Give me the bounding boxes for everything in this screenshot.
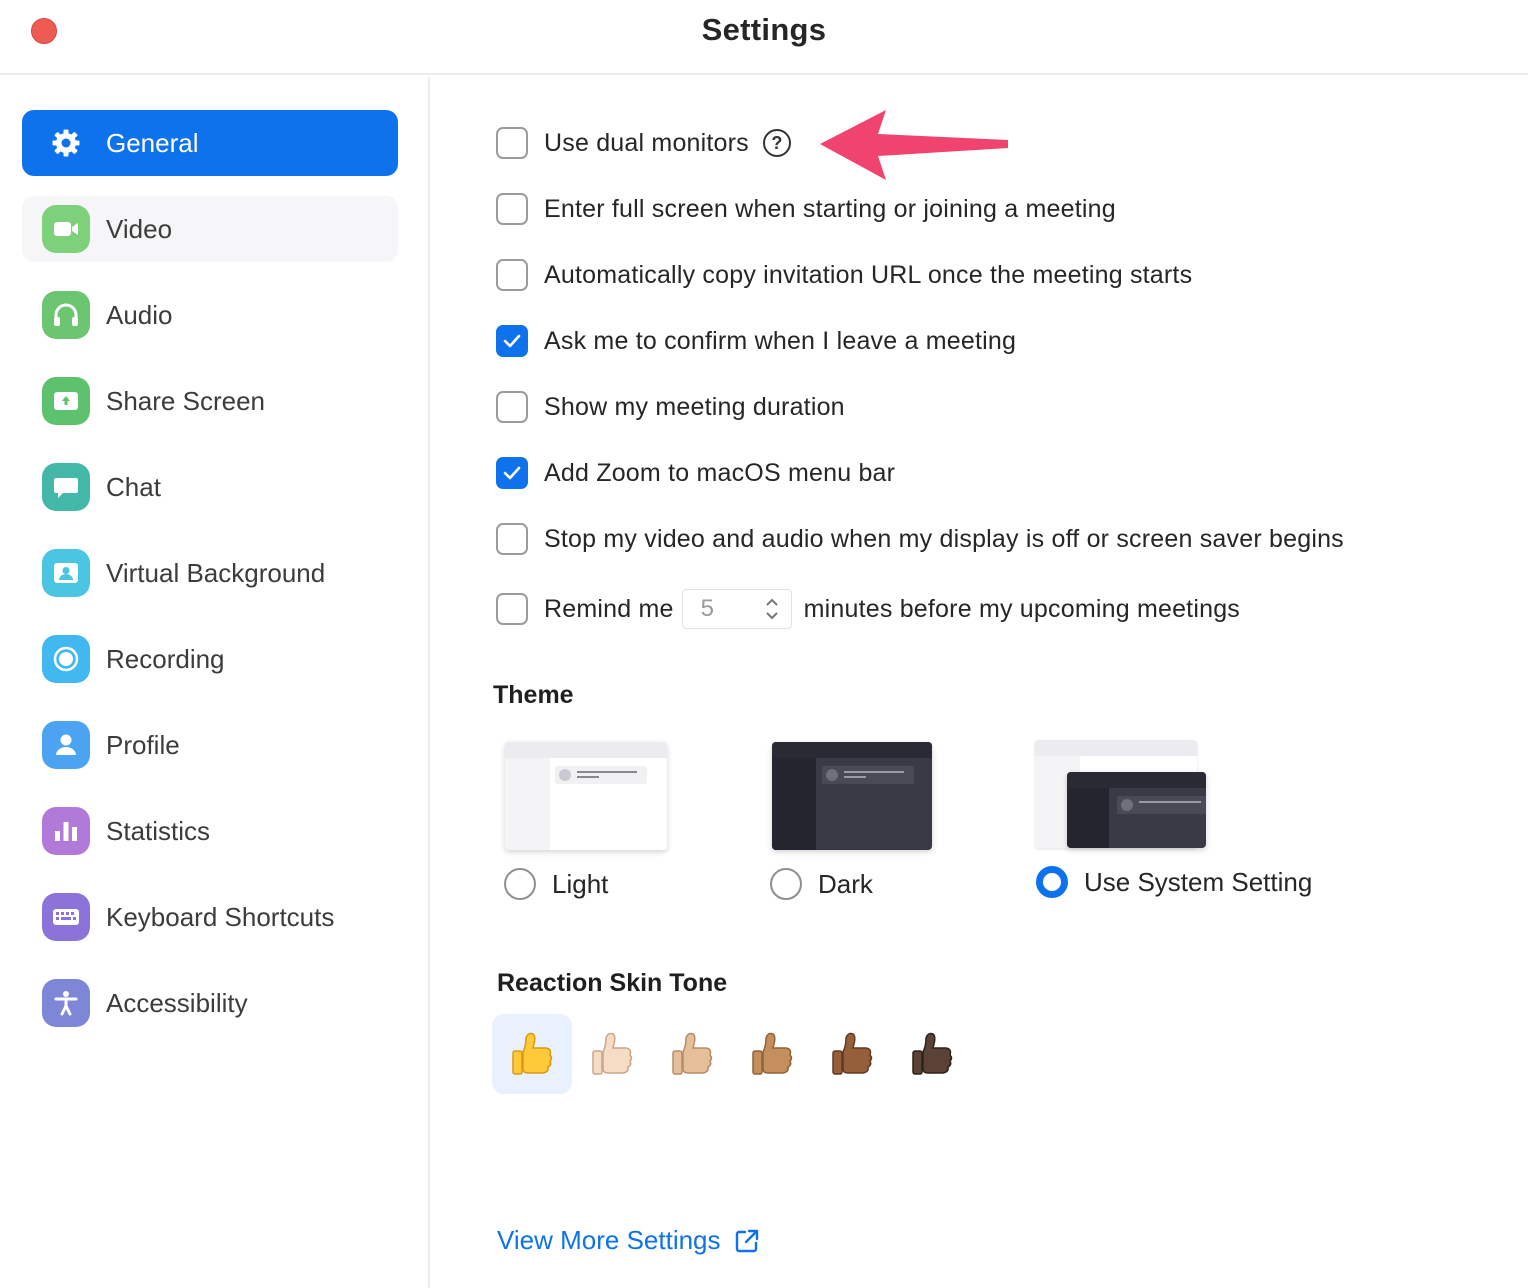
radio-label: Dark	[818, 868, 873, 899]
sidebar-item-label: Accessibility	[106, 987, 248, 1018]
thumbs-up-icon	[592, 1032, 633, 1075]
skin-tone-option[interactable]	[572, 1014, 652, 1094]
option-menu-bar[interactable]: Add Zoom to macOS menu bar	[496, 453, 895, 493]
skin-tone-option[interactable]	[492, 1014, 572, 1094]
sidebar-item-recording[interactable]: Recording	[22, 626, 398, 692]
radio-label: Use System Setting	[1084, 866, 1313, 897]
keyboard-icon	[42, 893, 90, 941]
thumbs-up-icon	[752, 1032, 793, 1075]
video-camera-icon	[42, 205, 90, 253]
thumbs-up-icon	[672, 1032, 713, 1075]
checkbox-menu-bar[interactable]	[496, 457, 528, 489]
skin-tone-option[interactable]	[812, 1014, 892, 1094]
sidebar-item-profile[interactable]: Profile	[22, 712, 398, 778]
share-screen-icon	[42, 377, 90, 425]
option-confirm-leave[interactable]: Ask me to confirm when I leave a meeting	[496, 321, 1016, 361]
sidebar-item-label: Recording	[106, 643, 225, 674]
checkbox-confirm-leave[interactable]	[496, 325, 528, 357]
theme-section-title: Theme	[493, 681, 574, 709]
theme-dark-option[interactable]: Dark	[770, 868, 873, 900]
option-label: Add Zoom to macOS menu bar	[544, 458, 896, 487]
option-label: Remind me	[544, 594, 674, 623]
checkbox-full-screen[interactable]	[496, 193, 528, 225]
theme-dark-preview[interactable]	[772, 742, 932, 850]
view-more-settings-label: View More Settings	[497, 1225, 721, 1255]
theme-system-preview[interactable]	[1035, 740, 1207, 852]
checkmark-icon	[503, 334, 521, 348]
headphones-icon	[42, 291, 90, 339]
window-title: Settings	[701, 12, 827, 47]
option-remind-me[interactable]: Remind me 5 minutes before my upcoming m…	[496, 589, 1240, 629]
reaction-section-title: Reaction Skin Tone	[497, 969, 728, 997]
checkbox-dual-monitors[interactable]	[496, 127, 528, 159]
stepper-arrows-icon[interactable]	[763, 594, 781, 624]
option-label: Use dual monitors	[544, 128, 749, 157]
checkbox-stop-video-audio[interactable]	[496, 523, 528, 555]
title-bar: Settings	[0, 0, 1528, 75]
skin-tone-option[interactable]	[892, 1014, 972, 1094]
option-meeting-duration[interactable]: Show my meeting duration	[496, 387, 845, 427]
thumbs-up-icon	[912, 1032, 953, 1075]
sidebar-item-label: Virtual Background	[106, 557, 326, 588]
sidebar-item-label: Chat	[106, 471, 161, 502]
sidebar-item-label: Video	[106, 213, 173, 244]
sidebar-item-label: Audio	[106, 299, 173, 330]
gear-icon	[42, 119, 90, 167]
sidebar-item-label: Share Screen	[106, 385, 265, 416]
sidebar-item-statistics[interactable]: Statistics	[22, 798, 398, 864]
recording-icon	[42, 635, 90, 683]
theme-system-option[interactable]: Use System Setting	[1036, 866, 1312, 898]
sidebar-item-keyboard-shortcuts[interactable]: Keyboard Shortcuts	[22, 884, 398, 950]
option-label: Show my meeting duration	[544, 392, 845, 421]
option-dual-monitors[interactable]: Use dual monitors ?	[496, 123, 791, 163]
sidebar-item-accessibility[interactable]: Accessibility	[22, 970, 398, 1036]
external-link-icon	[735, 1229, 758, 1252]
checkbox-meeting-duration[interactable]	[496, 391, 528, 423]
radio-theme-system[interactable]	[1036, 866, 1068, 898]
theme-light-preview[interactable]	[505, 742, 667, 850]
reminder-minutes-stepper[interactable]: 5	[681, 589, 792, 629]
option-label: Automatically copy invitation URL once t…	[544, 260, 1193, 289]
sidebar-item-share-screen[interactable]: Share Screen	[22, 368, 398, 434]
sidebar-item-label: General	[106, 127, 199, 158]
pointer-arrow-icon	[820, 110, 1008, 180]
virtual-background-icon	[42, 549, 90, 597]
option-label: Stop my video and audio when my display …	[544, 524, 1344, 553]
skin-tone-option[interactable]	[652, 1014, 732, 1094]
person-icon	[42, 721, 90, 769]
thumbs-up-icon	[512, 1032, 553, 1075]
view-more-settings-link[interactable]: View More Settings	[497, 1225, 761, 1256]
sidebar-item-label: Profile	[106, 729, 180, 760]
checkbox-copy-invitation-url[interactable]	[496, 259, 528, 291]
theme-light-option[interactable]: Light	[504, 868, 608, 900]
sidebar-item-label: Statistics	[106, 815, 211, 846]
help-icon[interactable]: ?	[762, 129, 791, 157]
sidebar-item-chat[interactable]: Chat	[22, 454, 398, 520]
checkbox-remind-me[interactable]	[496, 593, 528, 625]
radio-label: Light	[552, 868, 609, 899]
option-copy-invitation-url[interactable]: Automatically copy invitation URL once t…	[496, 255, 1192, 295]
sidebar-item-virtual-background[interactable]: Virtual Background	[22, 540, 398, 606]
sidebar: General Video Audio Share Screen Chat Vi…	[0, 77, 430, 1288]
skin-tone-option[interactable]	[732, 1014, 812, 1094]
option-stop-video-audio[interactable]: Stop my video and audio when my display …	[496, 519, 1344, 559]
settings-panel-general: Use dual monitors ? Enter full screen wh…	[432, 77, 1528, 1288]
option-label: Ask me to confirm when I leave a meeting	[544, 326, 1017, 355]
chat-bubble-icon	[42, 463, 90, 511]
sidebar-item-general[interactable]: General	[22, 110, 398, 176]
sidebar-item-audio[interactable]: Audio	[22, 282, 398, 348]
bar-chart-icon	[42, 807, 90, 855]
option-label: Enter full screen when starting or joini…	[544, 194, 1116, 223]
sidebar-item-video[interactable]: Video	[22, 196, 398, 262]
checkmark-icon	[503, 466, 521, 480]
accessibility-icon	[42, 979, 90, 1027]
sidebar-item-label: Keyboard Shortcuts	[106, 901, 335, 932]
radio-theme-dark[interactable]	[770, 868, 802, 900]
skin-tone-picker	[492, 1014, 972, 1094]
option-full-screen[interactable]: Enter full screen when starting or joini…	[496, 189, 1116, 229]
radio-theme-light[interactable]	[504, 868, 536, 900]
option-label: minutes before my upcoming meetings	[803, 594, 1240, 623]
reminder-minutes-value: 5	[700, 595, 714, 622]
thumbs-up-icon	[832, 1032, 873, 1075]
